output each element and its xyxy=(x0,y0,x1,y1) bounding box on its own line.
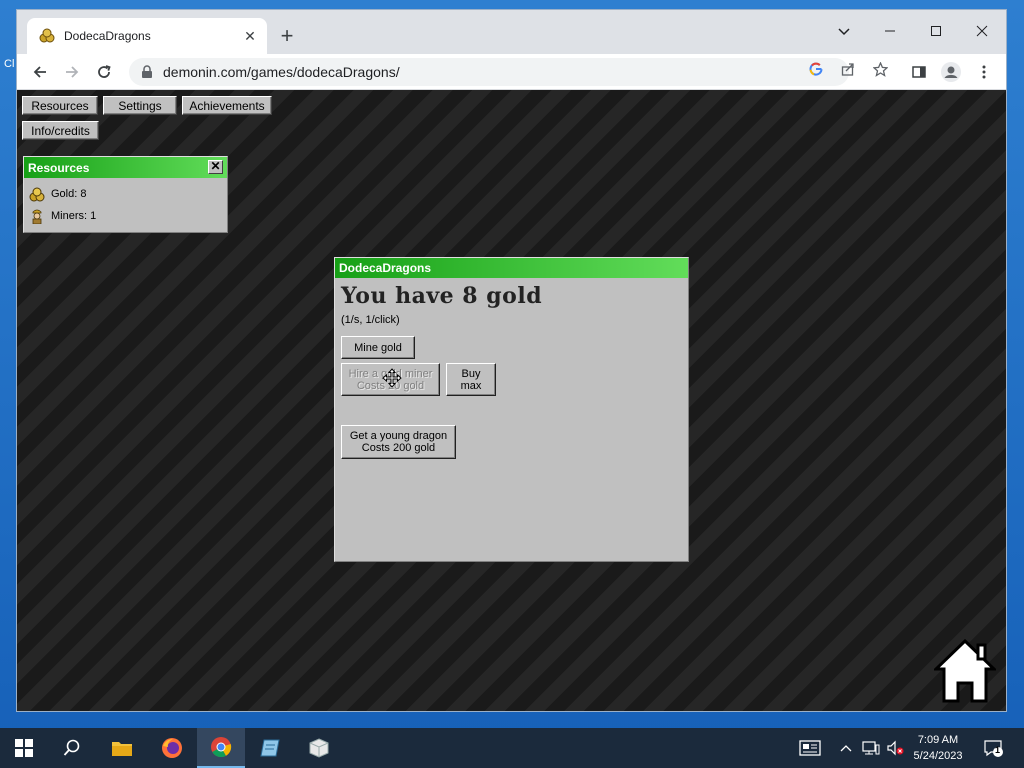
tab-close-icon[interactable]: ✕ xyxy=(239,25,261,47)
game-page: Resources Settings Achievements Info/cre… xyxy=(17,90,1006,711)
buy-max-label-2: max xyxy=(460,379,482,392)
reload-icon[interactable] xyxy=(91,59,117,85)
settings-menu-button[interactable]: Settings xyxy=(103,96,177,115)
resources-menu-button[interactable]: Resources xyxy=(22,96,98,115)
address-bar[interactable]: demonin.com/games/dodecaDragons/ xyxy=(129,58,849,86)
network-icon[interactable] xyxy=(860,728,882,768)
back-arrow-icon[interactable] xyxy=(27,59,53,85)
achievements-menu-button[interactable]: Achievements xyxy=(182,96,272,115)
browser-window: DodecaDragons ✕ + demonin.com/games/dode… xyxy=(17,10,1006,711)
info-credits-menu-button[interactable]: Info/credits xyxy=(22,121,99,140)
miner-icon xyxy=(32,209,42,224)
more-menu-icon[interactable] xyxy=(971,59,997,85)
notification-count: 1 xyxy=(995,745,1001,755)
main-panel-title[interactable]: DodecaDragons xyxy=(335,258,688,278)
side-panel-icon[interactable] xyxy=(906,59,932,85)
notepad-app-icon[interactable] xyxy=(246,728,294,768)
news-widget-icon[interactable] xyxy=(796,728,824,768)
gold-rate-text: (1/s, 1/click) xyxy=(341,314,400,326)
url-text: demonin.com/games/dodecaDragons/ xyxy=(163,64,400,80)
browser-toolbar: demonin.com/games/dodecaDragons/ xyxy=(17,54,1006,90)
share-icon[interactable] xyxy=(836,58,860,80)
close-window-icon[interactable] xyxy=(967,16,997,46)
google-icon[interactable] xyxy=(804,58,828,80)
gold-count: Gold: 8 xyxy=(51,188,87,200)
resources-panel: Resources ✕ Gold: 8 Miners: 1 xyxy=(23,156,228,233)
mine-gold-label: Mine gold xyxy=(354,341,402,354)
close-panel-button[interactable]: ✕ xyxy=(208,160,223,174)
home-icon[interactable] xyxy=(934,639,996,703)
forward-arrow-icon[interactable] xyxy=(59,59,85,85)
tab-title: DodecaDragons xyxy=(64,29,151,43)
resource-row-miners: Miners: 1 xyxy=(24,205,227,227)
young-dragon-button[interactable]: Get a young dragon Costs 200 gold xyxy=(341,425,456,459)
system-clock[interactable]: 7:09 AM 5/24/2023 xyxy=(905,732,971,764)
resources-panel-title-text: Resources xyxy=(28,160,90,175)
young-dragon-cost: Costs 200 gold xyxy=(361,442,436,454)
maximize-icon[interactable] xyxy=(921,16,951,46)
minimize-icon[interactable] xyxy=(875,16,905,46)
show-hidden-icons-chevron-icon[interactable] xyxy=(836,728,856,768)
lock-icon xyxy=(142,65,152,78)
browser-tab[interactable]: DodecaDragons ✕ xyxy=(27,18,267,54)
miners-count: Miners: 1 xyxy=(51,210,97,222)
chrome-icon[interactable] xyxy=(197,728,245,768)
main-game-panel: DodecaDragons You have 8 gold (1/s, 1/cl… xyxy=(334,257,689,562)
clock-date: 5/24/2023 xyxy=(913,750,963,762)
gold-coins-favicon-icon xyxy=(39,28,55,43)
volume-muted-icon[interactable] xyxy=(884,728,906,768)
clock-time: 7:09 AM xyxy=(917,734,959,746)
gold-icon xyxy=(29,187,45,202)
main-panel-title-text: DodecaDragons xyxy=(339,261,432,275)
resources-panel-title[interactable]: Resources ✕ xyxy=(24,157,227,178)
buy-max-button[interactable]: Buy max xyxy=(446,363,496,396)
notification-center-icon[interactable]: 1 xyxy=(980,728,1006,768)
desktop-icon-label: Cl xyxy=(4,58,15,70)
taskbar: 7:09 AM 5/24/2023 1 xyxy=(0,728,1024,768)
start-windows-icon[interactable] xyxy=(0,728,48,768)
tab-strip: DodecaDragons ✕ + xyxy=(17,10,1006,54)
bookmark-star-icon[interactable] xyxy=(868,58,892,80)
new-tab-button[interactable]: + xyxy=(275,23,299,48)
gold-heading: You have 8 gold xyxy=(341,283,543,309)
mine-gold-button[interactable]: Mine gold xyxy=(341,336,415,359)
file-explorer-icon[interactable] xyxy=(98,728,146,768)
package-app-icon[interactable] xyxy=(295,728,343,768)
move-cursor-icon xyxy=(382,368,402,388)
buy-max-label-1: Buy xyxy=(461,367,481,380)
profile-avatar-icon[interactable] xyxy=(938,59,964,85)
tab-search-chevron-icon[interactable] xyxy=(829,16,859,46)
young-dragon-label: Get a young dragon xyxy=(349,430,448,442)
firefox-icon[interactable] xyxy=(148,728,196,768)
search-icon[interactable] xyxy=(48,728,96,768)
resource-row-gold: Gold: 8 xyxy=(24,183,227,205)
